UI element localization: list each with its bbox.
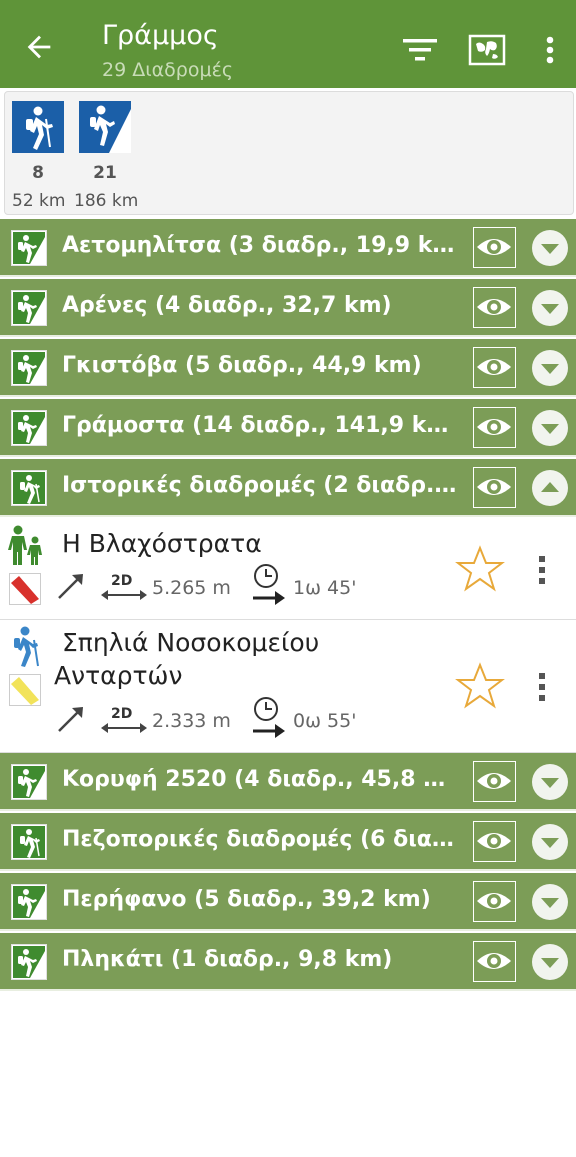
visibility-eye-icon[interactable] <box>473 287 516 328</box>
group-label: Γράμοστα (14 διαδρ., 141,9 km) <box>62 413 457 438</box>
hiking-uphill-icon <box>11 230 47 266</box>
visibility-eye-icon[interactable] <box>473 407 516 448</box>
hiking-icon[interactable] <box>12 101 64 153</box>
chevron-down-icon[interactable] <box>532 884 568 920</box>
page-title: Γράμμος <box>102 20 219 51</box>
hiking-uphill-icon <box>11 944 47 980</box>
route-group-row[interactable]: Περήφανο (5 διαδρ., 39,2 km) <box>0 873 576 931</box>
chevron-down-icon[interactable] <box>532 230 568 266</box>
chevron-down-icon[interactable] <box>532 410 568 446</box>
route-more-icon[interactable] <box>532 670 552 704</box>
group-label: Γκιστόβα (5 διαδρ., 44,9 km) <box>62 353 422 378</box>
route-distance: 2.333 m <box>152 710 231 732</box>
chevron-down-icon[interactable] <box>532 350 568 386</box>
hiking-uphill-icon <box>11 350 47 386</box>
hiking-uphill-icon <box>11 290 47 326</box>
visibility-eye-icon[interactable] <box>473 881 516 922</box>
visibility-eye-icon[interactable] <box>473 467 516 508</box>
group-label: Ιστορικές διαδρομές (2 διαδρ., 7,... <box>62 473 457 498</box>
filter-icon[interactable] <box>400 30 440 70</box>
route-distance: 5.265 m <box>152 577 231 599</box>
group-label: Αετομηλίτσα (3 διαδρ., 19,9 km) <box>62 233 457 258</box>
route-more-icon[interactable] <box>532 553 552 587</box>
route-group-row[interactable]: Αετομηλίτσα (3 διαδρ., 19,9 km) <box>0 219 576 277</box>
ascent-arrow-icon <box>58 707 83 732</box>
route-name-continued: Ανταρτών <box>54 661 183 690</box>
hiking-icon <box>11 470 47 506</box>
route-group-row[interactable]: Κορυφή 2520 (4 διαδρ., 45,8 km) <box>0 753 576 811</box>
group-label: Περήφανο (5 διαδρ., 39,2 km) <box>62 887 431 912</box>
route-group-row[interactable]: Γράμοστα (14 διαδρ., 141,9 km) <box>0 399 576 457</box>
difficulty-badge <box>9 573 41 605</box>
summary-count: 21 <box>93 163 117 183</box>
chevron-down-icon[interactable] <box>532 824 568 860</box>
chevron-up-icon[interactable] <box>532 470 568 506</box>
route-group-row[interactable]: Ιστορικές διαδρομές (2 διαδρ., 7,... <box>0 459 576 517</box>
visibility-eye-icon[interactable] <box>473 761 516 802</box>
empty-area <box>0 993 576 1157</box>
distance-2d-icon: 2D <box>101 706 147 736</box>
map-icon[interactable] <box>467 30 507 70</box>
visibility-eye-icon[interactable] <box>473 347 516 388</box>
summary-distance: 52 km <box>12 191 66 211</box>
duration-clock-icon <box>253 697 285 738</box>
back-arrow-icon[interactable] <box>22 30 56 64</box>
hiking-icon <box>14 626 39 667</box>
summary-count: 8 <box>32 163 44 183</box>
visibility-eye-icon[interactable] <box>473 821 516 862</box>
route-item[interactable]: Σπηλιά Νοσοκομείου Ανταρτών 2D 2.333 m 0… <box>0 620 576 753</box>
hiking-uphill-icon <box>11 884 47 920</box>
group-label: Πεζοπορικές διαδρομές (6 διαδρ.... <box>62 827 457 852</box>
chevron-down-icon[interactable] <box>532 290 568 326</box>
more-vert-icon[interactable] <box>530 30 570 70</box>
favorite-star-icon[interactable] <box>455 662 505 710</box>
favorite-star-icon[interactable] <box>455 545 505 593</box>
chevron-down-icon[interactable] <box>532 944 568 980</box>
hiking-uphill-icon[interactable] <box>79 101 131 153</box>
group-label: Πληκάτι (1 διαδρ., 9,8 km) <box>62 947 393 972</box>
activity-summary: 8 52 km 21 186 km <box>4 91 574 215</box>
family-walk-icon <box>8 525 42 565</box>
route-group-row[interactable]: Πληκάτι (1 διαδρ., 9,8 km) <box>0 933 576 991</box>
difficulty-badge <box>9 674 41 706</box>
visibility-eye-icon[interactable] <box>473 227 516 268</box>
route-group-row[interactable]: Γκιστόβα (5 διαδρ., 44,9 km) <box>0 339 576 397</box>
route-group-row[interactable]: Πεζοπορικές διαδρομές (6 διαδρ.... <box>0 813 576 871</box>
route-name: Σπηλιά Νοσοκομείου <box>62 628 320 657</box>
hiking-icon <box>11 824 47 860</box>
route-duration: 1ω 45' <box>293 577 357 599</box>
group-label: Κορυφή 2520 (4 διαδρ., 45,8 km) <box>62 767 457 792</box>
summary-distance: 186 km <box>74 191 139 211</box>
route-name: Η Βλαχόστρατα <box>62 529 262 558</box>
distance-2d-icon: 2D <box>101 573 147 603</box>
ascent-arrow-icon <box>58 574 83 599</box>
hiking-uphill-icon <box>11 410 47 446</box>
page-subtitle: 29 Διαδρομές <box>102 59 233 81</box>
hiking-uphill-icon <box>11 764 47 800</box>
visibility-eye-icon[interactable] <box>473 941 516 982</box>
group-label: Αρένες (4 διαδρ., 32,7 km) <box>62 293 392 318</box>
chevron-down-icon[interactable] <box>532 764 568 800</box>
duration-clock-icon <box>253 564 285 605</box>
route-group-row[interactable]: Αρένες (4 διαδρ., 32,7 km) <box>0 279 576 337</box>
route-duration: 0ω 55' <box>293 710 357 732</box>
app-bar: Γράμμος 29 Διαδρομές <box>0 0 576 88</box>
route-item[interactable]: Η Βλαχόστρατα 2D 5.265 m 1ω 45' <box>0 519 576 620</box>
